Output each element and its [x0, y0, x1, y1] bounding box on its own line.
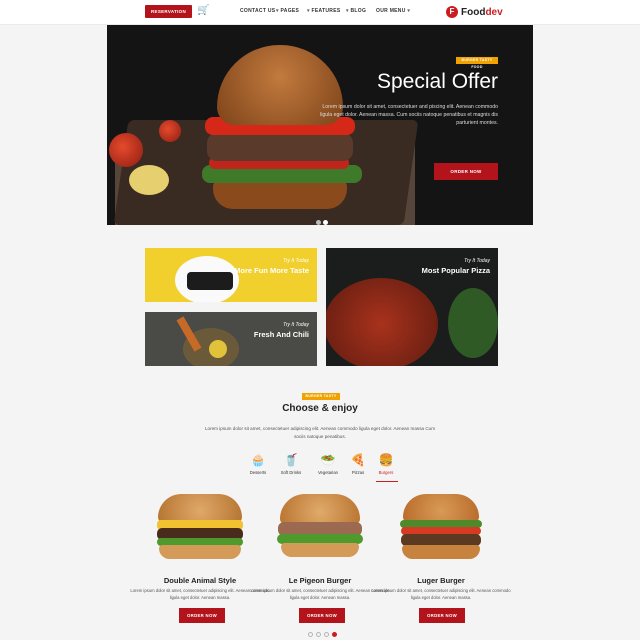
basil-image: [448, 288, 498, 358]
logo-text-prefix: Food: [461, 6, 486, 18]
burger-bottom-bun-image: [213, 179, 347, 209]
nav-link-features[interactable]: ▾ FEATURES: [307, 8, 341, 14]
hero-order-button[interactable]: ORDER NOW: [434, 163, 498, 180]
promo-tile-fresh-chili[interactable]: Try It Today Fresh And Chili: [145, 312, 317, 366]
category-tab-desserts[interactable]: 🧁 Desserts: [235, 452, 281, 475]
promo-kicker: Try It Today: [464, 258, 490, 264]
hero-title: Special Offer: [376, 70, 498, 93]
carousel-dot[interactable]: [316, 632, 321, 637]
pizza-image: [326, 278, 438, 366]
promo-kicker: Try It Today: [283, 322, 309, 328]
product-image-le-pigeon-burger[interactable]: [261, 492, 379, 564]
chevron-down-icon: ▾: [346, 8, 349, 14]
chevron-down-icon: ▾: [276, 8, 279, 14]
cake-image: [187, 272, 233, 290]
product-order-button[interactable]: ORDER NOW: [179, 608, 225, 623]
product-name: Double Animal Style: [163, 576, 237, 585]
tomato-image: [109, 133, 143, 167]
nav-link-blog[interactable]: ▾ BLOG: [346, 8, 366, 14]
carousel-dot-active[interactable]: [332, 632, 337, 637]
promo-title: More Fun More Taste: [234, 266, 309, 275]
cupcake-icon: 🧁: [250, 453, 266, 467]
section-title: Choose & enjoy: [282, 403, 358, 414]
product-image-luger-burger[interactable]: [382, 492, 500, 564]
lemon-image: [209, 340, 227, 358]
chevron-down-icon: ▾: [307, 8, 310, 14]
slider-dot[interactable]: [316, 220, 321, 225]
nav-link-pages[interactable]: ▾ PAGES: [276, 8, 299, 14]
logo-icon: F: [446, 6, 458, 18]
product-order-button[interactable]: ORDER NOW: [299, 608, 345, 623]
reservation-button[interactable]: RESERVATION: [145, 5, 192, 18]
logo-text-suffix: dev: [485, 6, 503, 18]
active-tab-indicator: [376, 481, 398, 482]
product-description: Lorem ipsum dolor sit amet, consectetuer…: [130, 588, 270, 600]
promo-title: Most Popular Pizza: [421, 266, 490, 275]
slider-dot-active[interactable]: [323, 220, 328, 225]
product-image-double-animal-style[interactable]: [141, 492, 259, 564]
product-order-button[interactable]: ORDER NOW: [419, 608, 465, 623]
promo-title: Fresh And Chili: [253, 330, 309, 339]
promo-tile-popular-pizza[interactable]: Try It Today Most Popular Pizza: [326, 248, 498, 366]
section-description: Lorem ipsum dolor sit amet, consectetuer…: [204, 426, 436, 439]
carousel-dot[interactable]: [324, 632, 329, 637]
section-tag: BURGER TASTY FOOD: [302, 393, 340, 405]
site-logo[interactable]: F Fooddev: [446, 5, 503, 19]
cart-icon[interactable]: 🛒: [197, 5, 209, 17]
nav-link-contact-us[interactable]: CONTACT US: [240, 8, 275, 14]
promo-tile-more-fun[interactable]: Try It Today More Fun More Taste: [145, 248, 317, 302]
promo-kicker: Try It Today: [283, 258, 309, 264]
chevron-down-icon: ▾: [407, 8, 411, 14]
tomato-image: [159, 120, 181, 142]
nav-link-our-menu[interactable]: OUR MENU ▾: [376, 8, 410, 14]
lemon-image: [129, 165, 169, 195]
burger-patty-image: [207, 133, 353, 161]
hero-description: Lorem ipsum dolor sit amet, consectetuer…: [320, 104, 498, 126]
carousel-dot[interactable]: [308, 632, 313, 637]
hero-tag: BURGER TASTY FOOD: [456, 57, 498, 69]
